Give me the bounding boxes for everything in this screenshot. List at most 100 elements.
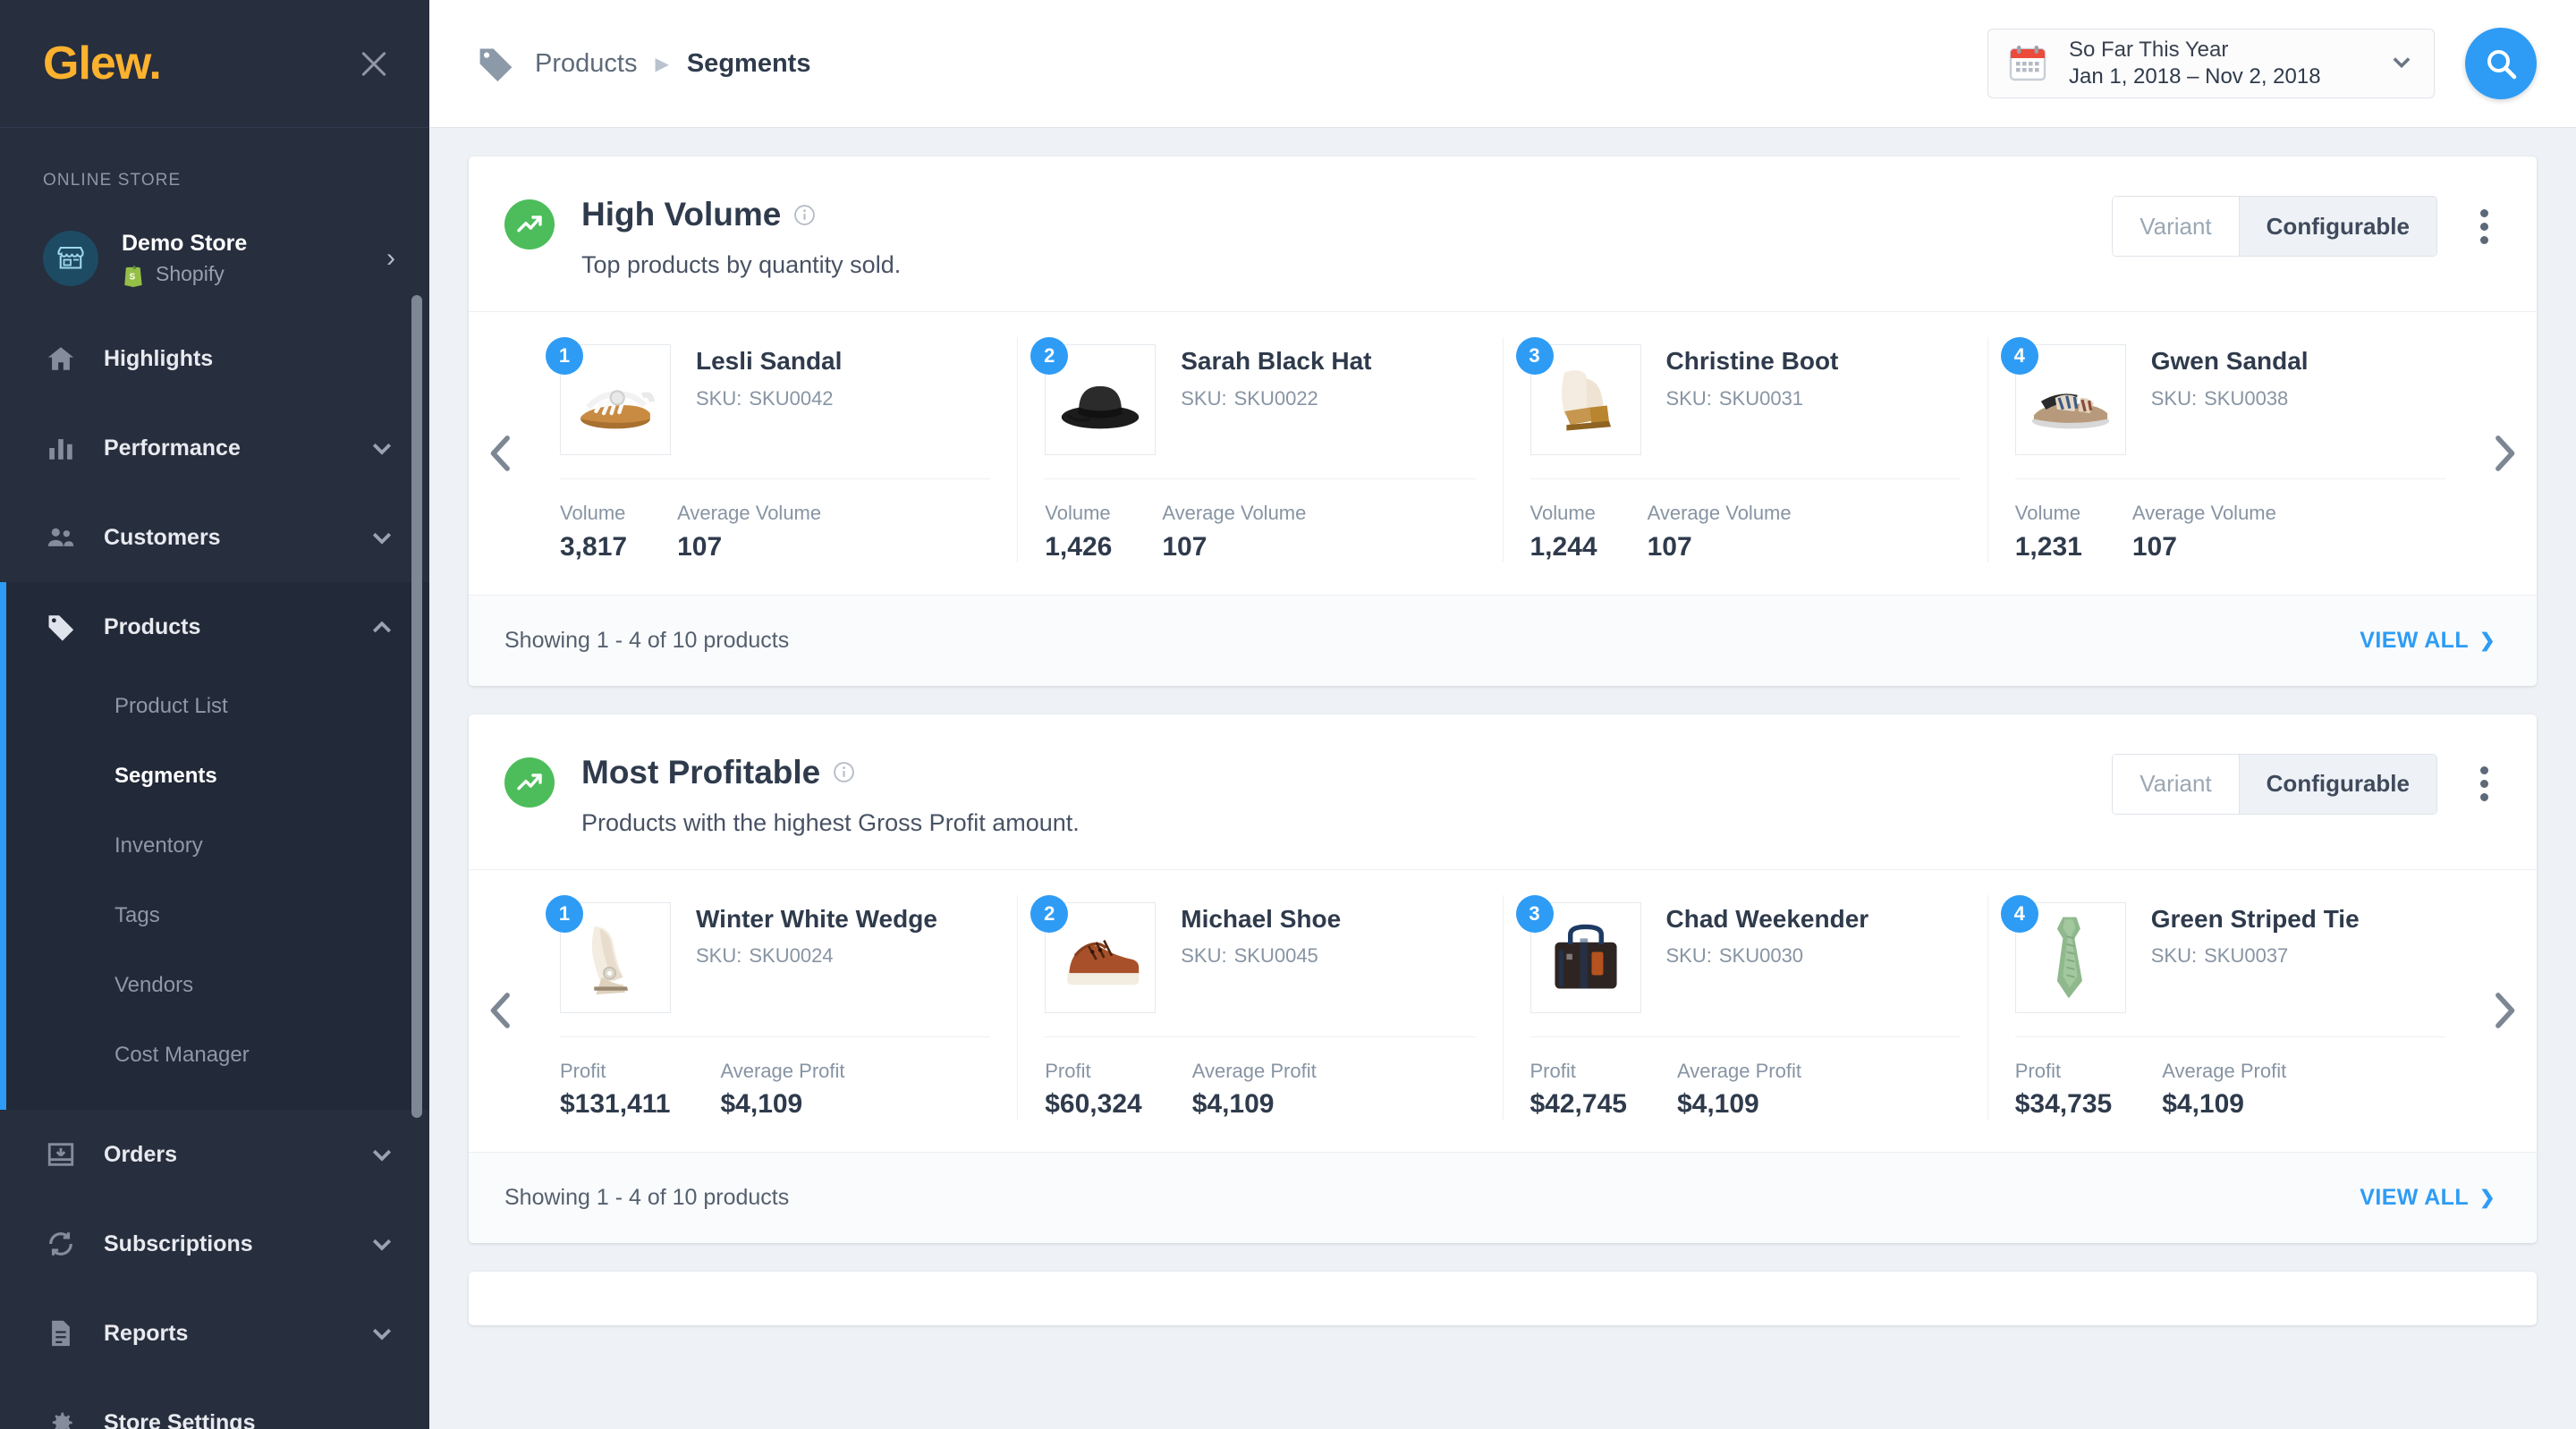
sku-value: SKU0038: [2204, 386, 2289, 410]
sidebar-header: Glew.: [0, 0, 429, 128]
chevron-right-icon: [2496, 435, 2515, 471]
stat-value: $4,109: [1676, 1089, 1759, 1120]
sidebar-item-customers[interactable]: Customers: [0, 493, 429, 582]
chevron-down-icon[interactable]: [369, 1230, 395, 1257]
product-info: Michael Shoe SKU: SKU0045: [1181, 895, 1341, 1013]
card-title: High Volume: [581, 196, 782, 233]
chevron-down-icon[interactable]: [369, 524, 395, 551]
stat-average-volume: Average Volume 107: [1162, 501, 1306, 562]
sidebar-item-label: Reports: [104, 1320, 189, 1346]
card-header-right: Variant Configurable: [2112, 196, 2501, 257]
sidebar-item-products[interactable]: Products: [0, 582, 429, 672]
store-name: Demo Store: [122, 231, 248, 257]
carousel-prev-button[interactable]: [469, 312, 533, 595]
stat-value: $60,324: [1045, 1089, 1142, 1120]
breadcrumb: Products ▶ Segments: [476, 44, 810, 83]
chevron-down-icon[interactable]: [369, 1320, 395, 1347]
sidebar-item-orders[interactable]: Orders: [0, 1110, 429, 1199]
rank-badge: 4: [2000, 337, 2038, 375]
tag-icon: [479, 48, 513, 82]
kebab-menu-icon[interactable]: [2468, 197, 2501, 257]
product-top: Chad Weekender SKU: SKU0030: [1530, 895, 1961, 1013]
rank-badge: 1: [546, 337, 583, 375]
product-name: Michael Shoe: [1181, 904, 1342, 933]
stat-value: 1,231: [2014, 531, 2082, 562]
chevron-down-icon[interactable]: [369, 435, 395, 461]
sidebar-subitem-inventory[interactable]: Inventory: [0, 811, 429, 881]
chevron-right-icon: ›: [386, 243, 395, 273]
product-top: Michael Shoe SKU: SKU0045: [1045, 895, 1475, 1013]
stat-profit: Profit $34,735: [2015, 1059, 2112, 1120]
sidebar-item-label: Subscriptions: [104, 1230, 253, 1256]
home-icon: [43, 343, 79, 374]
sidebar-subitem-vendors[interactable]: Vendors: [0, 951, 429, 1020]
sidebar-item-highlights[interactable]: Highlights: [0, 314, 429, 403]
product-card[interactable]: 2 Sarah Black Hat SKU: SKU0022 Volume 1,…: [1018, 337, 1504, 562]
product-list: 1 Winter White Wedge SKU: SKU0024 Profit…: [533, 870, 2472, 1153]
product-card[interactable]: 1 Lesli Sandal SKU: SKU0042 Volume 3,817…: [533, 337, 1019, 562]
product-card[interactable]: 4 Green Striped Tie SKU: SKU0037 Profit …: [1988, 894, 2472, 1120]
sidebar-item-store-settings[interactable]: Store Settings: [0, 1378, 429, 1429]
sidebar-item-performance[interactable]: Performance: [0, 403, 429, 493]
product-info: Gwen Sandal SKU: SKU0038: [2151, 337, 2309, 455]
product-card[interactable]: 4 Gwen Sandal SKU: SKU0038 Volume 1,231 …: [1988, 337, 2472, 562]
sidebar-subitem-cost-manager[interactable]: Cost Manager: [0, 1020, 429, 1090]
card-header: Most Profitable Products with the highes…: [469, 714, 2537, 870]
toggle-configurable[interactable]: Configurable: [2238, 197, 2436, 256]
stat-label: Volume: [1530, 502, 1596, 524]
app-root: Glew. ONLINE STORE Demo Store S Shopify …: [0, 0, 2576, 1429]
carousel-next-button[interactable]: [2472, 312, 2537, 595]
document-icon: [43, 1318, 79, 1349]
sku-value: SKU0037: [2204, 944, 2289, 968]
sidebar-item-reports[interactable]: Reports: [0, 1289, 429, 1378]
chevron-left-icon: [490, 435, 510, 471]
stat-value: 1,244: [1530, 531, 1597, 562]
sku-label: SKU:: [1665, 944, 1712, 968]
carousel-next-button[interactable]: [2472, 870, 2537, 1153]
sidebar-scrollbar[interactable]: [411, 295, 422, 1118]
breadcrumb-parent[interactable]: Products: [535, 49, 637, 79]
sidebar-item-label: Customers: [104, 524, 221, 550]
product-card[interactable]: 3 Christine Boot SKU: SKU0031 Volume 1,2…: [1504, 337, 1988, 562]
toggle-variant[interactable]: Variant: [2113, 754, 2239, 814]
chevron-up-icon[interactable]: [369, 613, 395, 640]
carousel-prev-button[interactable]: [469, 870, 533, 1153]
store-switcher[interactable]: Demo Store S Shopify ›: [0, 216, 429, 301]
toggle-configurable[interactable]: Configurable: [2238, 754, 2436, 814]
chevron-right-icon: ▶: [655, 54, 669, 74]
stat-average-profit: Average Profit $4,109: [2162, 1059, 2286, 1120]
close-icon[interactable]: [354, 44, 394, 83]
info-icon[interactable]: [833, 761, 855, 783]
topbar: Products ▶ Segments So Far This Year Jan…: [429, 0, 2576, 128]
sidebar-item-subscriptions[interactable]: Subscriptions: [0, 1199, 429, 1289]
date-range-text: So Far This Year Jan 1, 2018 – Nov 2, 20…: [2069, 37, 2366, 90]
date-range-picker[interactable]: So Far This Year Jan 1, 2018 – Nov 2, 20…: [1987, 29, 2435, 98]
search-button[interactable]: [2465, 28, 2537, 99]
product-card[interactable]: 1 Winter White Wedge SKU: SKU0024 Profit…: [533, 894, 1019, 1120]
product-name: Lesli Sandal: [696, 347, 843, 375]
sidebar-item-label: Products: [104, 613, 201, 639]
view-all-link[interactable]: VIEW ALL ❯: [2360, 628, 2496, 654]
sidebar-subitem-product-list[interactable]: Product List: [0, 672, 429, 741]
view-all-link[interactable]: VIEW ALL ❯: [2360, 1185, 2496, 1211]
sidebar-subitem-tags[interactable]: Tags: [0, 881, 429, 951]
stat-label: Profit: [560, 1059, 606, 1082]
stat-label: Average Volume: [1162, 502, 1307, 524]
stat-label: Profit: [1045, 1059, 1091, 1082]
card-header-left: High Volume Top products by quantity sol…: [504, 196, 901, 279]
stat-volume: Volume 1,231: [2015, 501, 2082, 562]
product-card[interactable]: 2 Michael Shoe SKU: SKU0045 Profit $60,3…: [1018, 894, 1504, 1120]
chevron-down-icon[interactable]: [369, 1141, 395, 1168]
sidebar-subitem-segments[interactable]: Segments: [0, 741, 429, 811]
stat-average-volume: Average Volume 107: [2132, 501, 2276, 562]
product-card[interactable]: 3 Chad Weekender SKU: SKU0030 Profit $42…: [1504, 894, 1988, 1120]
kebab-menu-icon[interactable]: [2468, 754, 2501, 814]
chevron-down-icon[interactable]: [2389, 49, 2414, 79]
product-info: Sarah Black Hat SKU: SKU0022: [1181, 337, 1371, 455]
rank-badge: 2: [1030, 337, 1069, 375]
card-subtitle: Products with the highest Gross Profit a…: [581, 808, 1080, 836]
product-stats: Volume 1,426 Average Volume 107: [1045, 479, 1475, 562]
info-icon[interactable]: [793, 204, 816, 226]
toggle-variant[interactable]: Variant: [2113, 197, 2239, 256]
search-icon: [2487, 49, 2517, 80]
